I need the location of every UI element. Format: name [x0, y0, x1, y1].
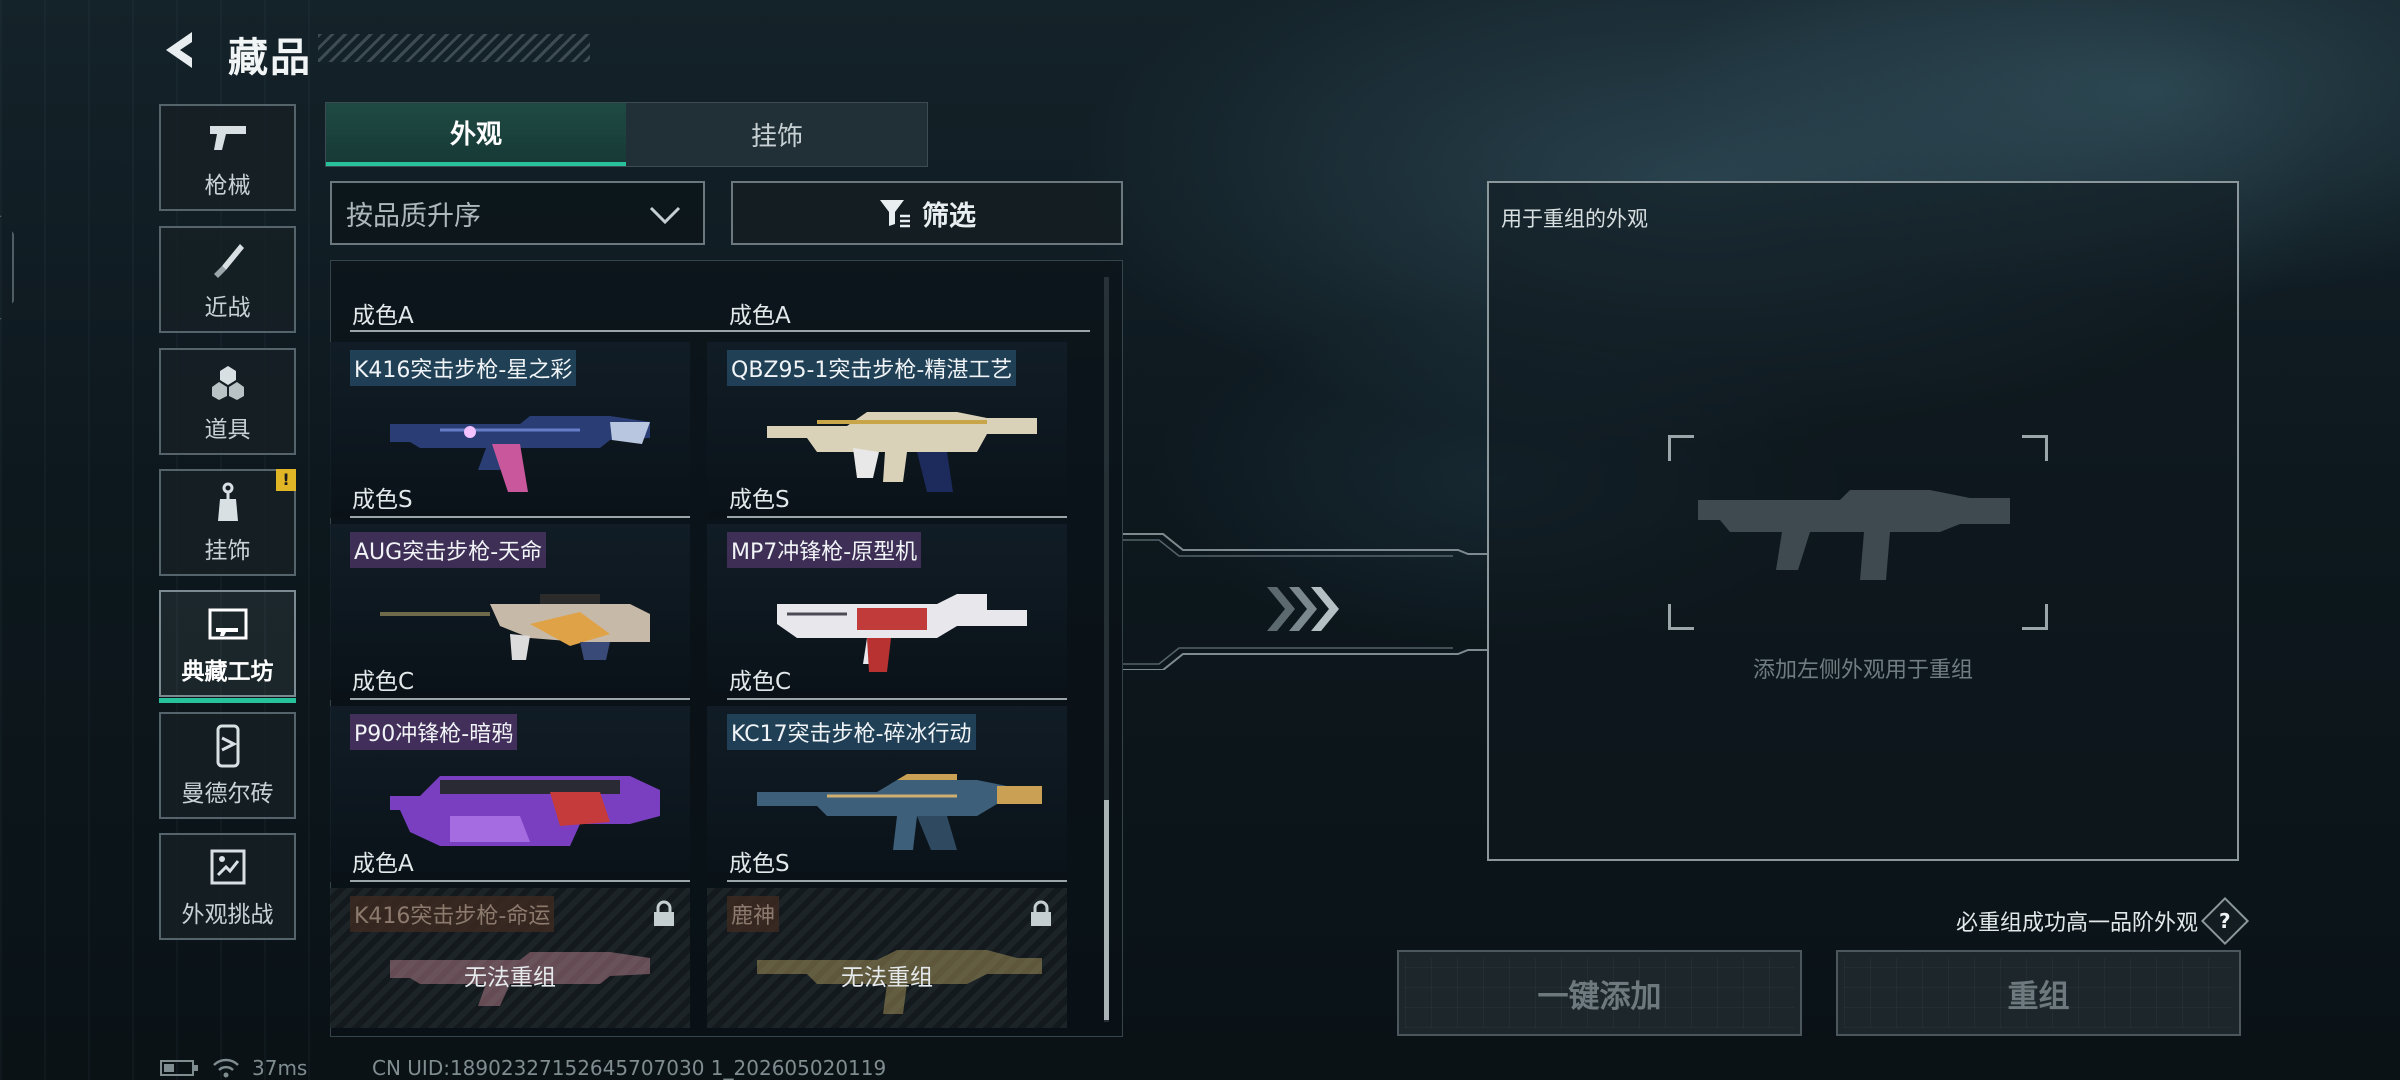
card-divider [727, 880, 1067, 882]
qbz95-rifle-image [767, 412, 1037, 492]
sidebar-item-label: 枪械 [204, 172, 251, 199]
skin-card-locked[interactable]: 鹿神 无法重组 [707, 888, 1067, 1028]
chevron-down-icon [649, 206, 681, 225]
filter-label: 筛选 [922, 200, 976, 232]
forward-chevrons-icon [1267, 587, 1339, 631]
recombine-button[interactable]: 重组 [1836, 950, 2241, 1036]
workshop-icon [206, 602, 250, 646]
card-divider [727, 516, 1067, 518]
help-icon[interactable]: ? [2200, 896, 2250, 946]
card-grade: 成色C [352, 669, 415, 695]
skin-card[interactable]: MP7冲锋枪-原型机 成色C [707, 524, 1067, 700]
add-all-label: 一键添加 [1537, 978, 1662, 1015]
grenade-icon [206, 360, 250, 404]
skin-card[interactable]: AUG突击步枪-天命 成色C [330, 524, 690, 700]
sidebar-item-guns[interactable]: 枪械 [159, 104, 296, 211]
skin-card[interactable]: K416突击步枪-星之彩 成色S [330, 342, 690, 518]
sidebar-item-label: 典藏工坊 [181, 658, 274, 685]
title-decoration [318, 34, 590, 62]
filter-icon [878, 198, 912, 228]
sidebar-item-mandel-brick[interactable]: 曼德尔砖 [159, 712, 296, 819]
k416-rifle-image [390, 416, 650, 492]
card-divider [727, 698, 1067, 700]
skin-name: MP7冲锋枪-原型机 [727, 532, 922, 568]
back-arrow-icon [166, 32, 192, 68]
status-bar: 37ms CN UID:18902327152645707030 1_20260… [160, 1056, 886, 1080]
slot-corner [2022, 604, 2048, 630]
wifi-icon [213, 1058, 239, 1078]
card-grade: 成色S [352, 487, 413, 513]
knife-icon [206, 238, 250, 282]
rifle-placeholder-icon [1698, 490, 2010, 580]
skin-name: AUG突击步枪-天命 [350, 532, 547, 568]
page-title: 藏品 [228, 35, 312, 81]
skin-card[interactable]: QBZ95-1突击步枪-精湛工艺 成色S [707, 342, 1067, 518]
card-grade: 成色A [729, 303, 791, 329]
pistol-icon [206, 116, 250, 160]
slot-corner [2022, 435, 2048, 461]
battery-icon [160, 1060, 198, 1076]
tab-skins[interactable]: 外观 [326, 103, 626, 166]
p90-smg-image [390, 776, 660, 846]
sidebar-item-label: 外观挑战 [181, 901, 274, 928]
challenge-icon [206, 845, 250, 889]
brick-icon [206, 724, 250, 768]
card-grade: 成色S [729, 851, 790, 877]
skin-name: P90冲锋枪-暗鸦 [350, 714, 518, 750]
skin-name: K416突击步枪-星之彩 [350, 350, 577, 386]
sidebar-item-workshop[interactable]: 典藏工坊 [159, 590, 296, 703]
slot-corner [1668, 604, 1694, 630]
aug-rifle-image [380, 594, 650, 660]
card-divider [350, 330, 1090, 332]
add-all-button[interactable]: 一键添加 [1397, 950, 1802, 1036]
sidebar-item-label: 近战 [204, 294, 251, 321]
skin-card-locked[interactable]: K416突击步枪-命运 无法重组 [330, 888, 690, 1028]
sidebar-item-charms[interactable]: 挂饰 ! [159, 469, 296, 576]
sidebar-item-props[interactable]: 道具 [159, 348, 296, 455]
tab-charms[interactable]: 挂饰 [627, 103, 927, 166]
unavailable-label: 无法重组 [841, 965, 933, 991]
sidebar-item-label: 道具 [204, 416, 251, 443]
card-grade: 成色C [729, 669, 792, 695]
sidebar-item-label: 挂饰 [204, 537, 251, 564]
card-grade: 成色A [352, 303, 414, 329]
card-grade: 成色A [352, 851, 414, 877]
sort-value: 按品质升序 [346, 200, 481, 232]
card-divider [350, 516, 690, 518]
skin-card[interactable]: KC17突击步枪-碎冰行动 成色S [707, 706, 1067, 882]
back-button[interactable] [155, 26, 205, 74]
recombine-title: 用于重组的外观 [1501, 207, 1648, 231]
ping-value: 37ms [252, 1056, 308, 1080]
skin-name: KC17突击步枪-碎冰行动 [727, 714, 976, 750]
skin-name: QBZ95-1突击步枪-精湛工艺 [727, 350, 1017, 386]
charm-icon [206, 481, 250, 525]
warning-badge: ! [276, 469, 296, 491]
sidebar-item-melee[interactable]: 近战 [159, 226, 296, 333]
kc17-rifle-image [757, 774, 1042, 850]
user-uid: CN UID:18902327152645707030 1_2026050201… [372, 1056, 887, 1080]
tab-bar: 外观 挂饰 [325, 102, 928, 167]
slot-corner [1668, 435, 1694, 461]
filter-button[interactable]: 筛选 [731, 181, 1123, 245]
list-scrollbar-thumb[interactable] [1104, 800, 1109, 1020]
sidebar-item-skin-challenge[interactable]: 外观挑战 [159, 833, 296, 940]
mp7-smg-image [777, 594, 1027, 672]
guarantee-text: 必重组成功高一品阶外观 [1955, 911, 2198, 936]
card-divider [350, 880, 690, 882]
sort-dropdown[interactable]: 按品质升序 [330, 181, 705, 245]
guarantee-note: 必重组成功高一品阶外观 ? [1955, 896, 2250, 946]
sidebar-item-label: 曼德尔砖 [181, 780, 274, 807]
recombine-label: 重组 [2007, 978, 2070, 1015]
card-grade: 成色S [729, 487, 790, 513]
skin-card[interactable]: P90冲锋枪-暗鸦 成色A [330, 706, 690, 882]
unavailable-label: 无法重组 [464, 965, 556, 991]
placeholder-hint: 添加左侧外观用于重组 [1752, 658, 1973, 683]
card-divider [350, 698, 690, 700]
